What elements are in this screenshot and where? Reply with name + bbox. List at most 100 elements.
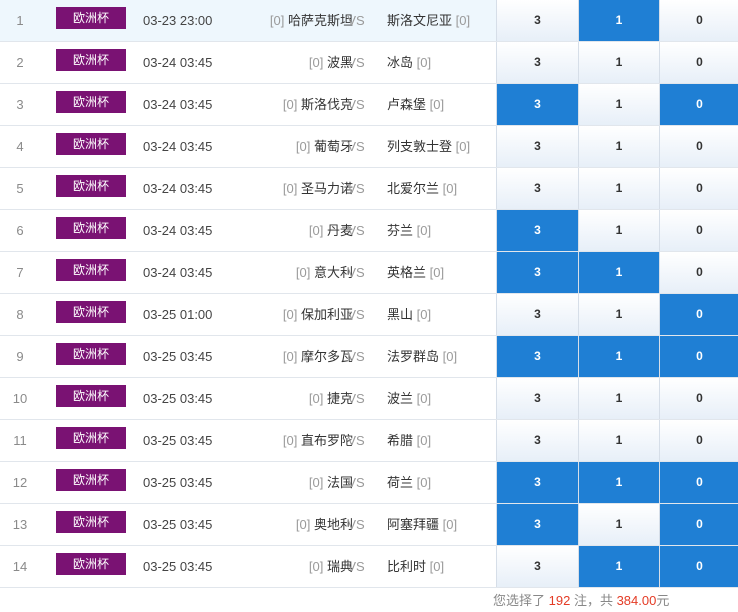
away-team-cell: 波兰 [0]: [387, 378, 431, 419]
option-win-button[interactable]: 3: [496, 336, 578, 377]
match-time: 03-25 03:45: [143, 559, 213, 574]
option-draw-button[interactable]: 1: [578, 168, 659, 209]
league-badge: 欧洲杯: [56, 91, 126, 113]
away-team: 列支敦士登: [387, 139, 453, 154]
match-index: 2: [16, 55, 24, 70]
option-lose-button[interactable]: 0: [659, 462, 738, 503]
option-win-button[interactable]: 3: [496, 210, 578, 251]
match-row: 10 欧洲杯 03-25 03:45 [0] 捷克 VS 波兰 [0] 3 1 0: [0, 378, 738, 420]
option-lose-button[interactable]: 0: [659, 336, 738, 377]
vs-label: VS: [347, 97, 365, 112]
option-draw-button[interactable]: 1: [578, 546, 659, 587]
home-team-bracket: [0]: [295, 517, 311, 532]
home-team: 保加利亚: [300, 307, 353, 322]
home-team-bracket: [0]: [308, 559, 324, 574]
summary-middle: 注，共: [570, 593, 617, 608]
option-lose-button[interactable]: 0: [659, 168, 738, 209]
option-lose-button[interactable]: 0: [659, 294, 738, 335]
option-win-button[interactable]: 3: [496, 504, 578, 545]
away-team-cell: 希腊 [0]: [387, 420, 431, 461]
match-time: 03-24 03:45: [143, 265, 213, 280]
match-row: 13 欧洲杯 03-25 03:45 [0] 奥地利 VS 阿塞拜疆 [0] 3 1 0: [0, 504, 738, 546]
home-team-bracket: [0]: [308, 55, 324, 70]
away-team-bracket: [0]: [442, 349, 458, 364]
vs-label: VS: [347, 559, 365, 574]
league-badge: 欧洲杯: [56, 511, 126, 533]
summary-suffix: 元: [656, 593, 670, 608]
home-team-bracket: [0]: [282, 181, 298, 196]
match-time: 03-24 03:45: [143, 139, 213, 154]
match-row: 7 欧洲杯 03-24 03:45 [0] 意大利 VS 英格兰 [0] 3 1 0: [0, 252, 738, 294]
match-index: 1: [16, 13, 24, 28]
option-draw-button[interactable]: 1: [578, 462, 659, 503]
home-team-bracket: [0]: [295, 139, 311, 154]
option-lose-button[interactable]: 0: [659, 378, 738, 419]
option-win-button[interactable]: 3: [496, 0, 578, 41]
vs-label: VS: [347, 181, 365, 196]
option-win-button[interactable]: 3: [496, 378, 578, 419]
home-team-bracket: [0]: [269, 13, 285, 28]
away-team-bracket: [0]: [429, 559, 445, 574]
option-draw-button[interactable]: 1: [578, 294, 659, 335]
option-win-button[interactable]: 3: [496, 420, 578, 461]
option-win-button[interactable]: 3: [496, 252, 578, 293]
match-row: 6 欧洲杯 03-24 03:45 [0] 丹麦 VS 芬兰 [0] 3 1 0: [0, 210, 738, 252]
option-win-button[interactable]: 3: [496, 126, 578, 167]
option-win-button[interactable]: 3: [496, 168, 578, 209]
home-team-bracket: [0]: [295, 265, 311, 280]
option-lose-button[interactable]: 0: [659, 42, 738, 83]
option-lose-button[interactable]: 0: [659, 210, 738, 251]
option-draw-button[interactable]: 1: [578, 504, 659, 545]
home-team-bracket: [0]: [308, 223, 324, 238]
home-team-cell: [0] 斯洛伐克: [225, 84, 353, 125]
away-team-bracket: [0]: [416, 475, 432, 490]
option-lose-button[interactable]: 0: [659, 0, 738, 41]
away-team-cell: 列支敦士登 [0]: [387, 126, 470, 167]
option-draw-button[interactable]: 1: [578, 420, 659, 461]
option-draw-button[interactable]: 1: [578, 210, 659, 251]
vs-label: VS: [347, 433, 365, 448]
match-row: 9 欧洲杯 03-25 03:45 [0] 摩尔多瓦 VS 法罗群岛 [0] 3 1 0: [0, 336, 738, 378]
league-badge: 欧洲杯: [56, 301, 126, 323]
vs-label: VS: [347, 517, 365, 532]
away-team-cell: 法罗群岛 [0]: [387, 336, 457, 377]
option-draw-button[interactable]: 1: [578, 126, 659, 167]
option-draw-button[interactable]: 1: [578, 378, 659, 419]
league-badge: 欧洲杯: [56, 553, 126, 575]
match-index: 10: [12, 391, 28, 406]
match-list: 1 欧洲杯 03-23 23:00 [0] 哈萨克斯坦 VS 斯洛文尼亚 [0] 3 1 0 2 欧…: [0, 0, 738, 588]
home-team-cell: [0] 波黑: [225, 42, 353, 83]
option-draw-button[interactable]: 1: [578, 336, 659, 377]
vs-label: VS: [347, 223, 365, 238]
away-team-bracket: [0]: [442, 181, 458, 196]
option-win-button[interactable]: 3: [496, 42, 578, 83]
option-lose-button[interactable]: 0: [659, 504, 738, 545]
home-team-cell: [0] 葡萄牙: [225, 126, 353, 167]
home-team: 摩尔多瓦: [300, 349, 353, 364]
match-time: 03-23 23:00: [143, 13, 213, 28]
option-draw-button[interactable]: 1: [578, 252, 659, 293]
option-win-button[interactable]: 3: [496, 462, 578, 503]
home-team-cell: [0] 圣马力诺: [225, 168, 353, 209]
vs-label: VS: [347, 349, 365, 364]
league-badge: 欧洲杯: [56, 175, 126, 197]
option-win-button[interactable]: 3: [496, 84, 578, 125]
league-badge: 欧洲杯: [56, 469, 126, 491]
option-win-button[interactable]: 3: [496, 294, 578, 335]
vs-label: VS: [347, 139, 365, 154]
away-team-cell: 斯洛文尼亚 [0]: [387, 0, 470, 41]
option-draw-button[interactable]: 1: [578, 0, 659, 41]
match-index: 4: [16, 139, 24, 154]
match-index: 14: [12, 559, 28, 574]
option-lose-button[interactable]: 0: [659, 84, 738, 125]
option-draw-button[interactable]: 1: [578, 84, 659, 125]
away-team-cell: 冰岛 [0]: [387, 42, 431, 83]
option-lose-button[interactable]: 0: [659, 420, 738, 461]
option-win-button[interactable]: 3: [496, 546, 578, 587]
option-lose-button[interactable]: 0: [659, 252, 738, 293]
option-lose-button[interactable]: 0: [659, 546, 738, 587]
league-badge: 欧洲杯: [56, 217, 126, 239]
option-draw-button[interactable]: 1: [578, 42, 659, 83]
option-lose-button[interactable]: 0: [659, 126, 738, 167]
home-team-cell: [0] 直布罗陀: [225, 420, 353, 461]
